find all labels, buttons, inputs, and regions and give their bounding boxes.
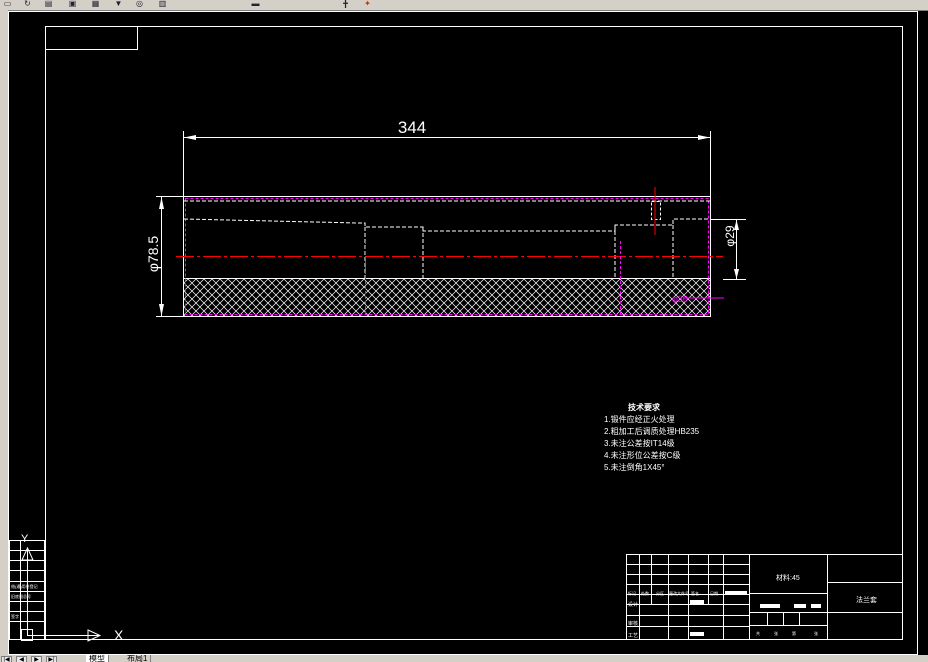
undo-icon[interactable]: ▥ [157, 0, 168, 8]
last-tab-button[interactable]: ▶| [46, 656, 57, 662]
svg-text:第: 第 [792, 630, 796, 636]
fire-icon[interactable]: ✦ [362, 0, 373, 8]
tab-layout1[interactable]: 布局1 [124, 655, 152, 662]
svg-text:张: 张 [774, 630, 778, 636]
bore-lower-hidden [364, 225, 674, 279]
svg-text:分区: 分区 [656, 590, 664, 596]
svg-text:处数: 处数 [641, 590, 649, 596]
tab-model[interactable]: 模型 [86, 655, 109, 662]
svg-text:审核: 审核 [628, 620, 638, 627]
slot-hidden [651, 201, 661, 220]
save-icon[interactable]: ▬ [250, 0, 261, 8]
dim-small-text[interactable]: φ30 [672, 294, 688, 304]
svg-text:签名: 签名 [691, 590, 699, 596]
outer-border [8, 11, 918, 655]
list-icon[interactable]: ◎ [134, 0, 145, 8]
svg-text:张: 张 [814, 630, 818, 636]
material-label: 材料:45 [776, 573, 800, 582]
open-icon[interactable]: ▭ [2, 0, 13, 8]
filter-icon[interactable]: ▦ [90, 0, 101, 8]
tech-title: 技术要求 [628, 402, 661, 412]
tech-item: 4.未注形位公差按C级 [604, 450, 680, 460]
dim-diameter-text: φ78.5 [145, 236, 161, 273]
svg-text:日期: 日期 [710, 590, 718, 596]
part-view[interactable] [176, 187, 724, 317]
dimension-bore[interactable]: φ29 [710, 219, 746, 280]
code-box [45, 26, 138, 50]
svg-text:共: 共 [756, 630, 760, 636]
tech-item: 1.锻件应经正火处理 [604, 414, 675, 424]
drawing-canvas[interactable]: 344 φ78.5 φ29 φ30 技术要求 1.锻件应经正火处理 2.粗加工后… [8, 11, 928, 655]
first-tab-button[interactable]: |◀ [1, 656, 12, 662]
copy-icon[interactable]: ▤ [43, 0, 54, 8]
svg-text:更改文件号: 更改文件号 [669, 590, 689, 596]
svg-text:标记: 标记 [628, 590, 636, 596]
next-tab-button[interactable]: ▶ [31, 656, 42, 662]
part-name: 法兰套 [856, 595, 877, 604]
print-icon[interactable]: ▣ [67, 0, 78, 8]
tech-item: 2.粗加工后调质处理HB235 [604, 426, 700, 436]
tech-requirements: 技术要求 1.锻件应经正火处理 2.粗加工后调质处理HB235 3.未注公差按I… [604, 402, 700, 472]
tech-item: 5.未注倒角1X45° [604, 462, 665, 472]
redo-icon[interactable]: ↻ [22, 0, 33, 8]
section-hatch [184, 279, 710, 316]
pen-icon[interactable]: ╋ [340, 0, 351, 8]
tech-item: 3.未注公差按IT14级 [604, 438, 675, 448]
ucs-x-label: X [114, 627, 124, 643]
bore-hidden-lines [183, 218, 710, 232]
svg-text:借(通)用件登记: 借(通)用件登记 [11, 583, 38, 589]
svg-text:设计: 设计 [628, 601, 638, 608]
help-icon[interactable]: ▼ [113, 0, 124, 8]
ucs-icon [21, 546, 102, 642]
prev-tab-button[interactable]: ◀ [16, 656, 27, 662]
dim-bore-text: φ29 [723, 225, 737, 246]
dim-length-text: 344 [398, 118, 426, 137]
ucs-y-label: Y [21, 533, 29, 545]
toolbar: ▭ ↻ ▤ ▣ ▦ ▼ ◎ ▥ ▬ ╋ ✦ [0, 0, 928, 11]
svg-text:签字: 签字 [11, 613, 19, 619]
layout-tab-bar: |◀ ◀ ▶ ▶| 模型 布局1 [0, 655, 928, 662]
dimension-length[interactable]: 344 [183, 118, 711, 196]
svg-text:工艺: 工艺 [628, 633, 638, 639]
inner-border [45, 26, 903, 640]
